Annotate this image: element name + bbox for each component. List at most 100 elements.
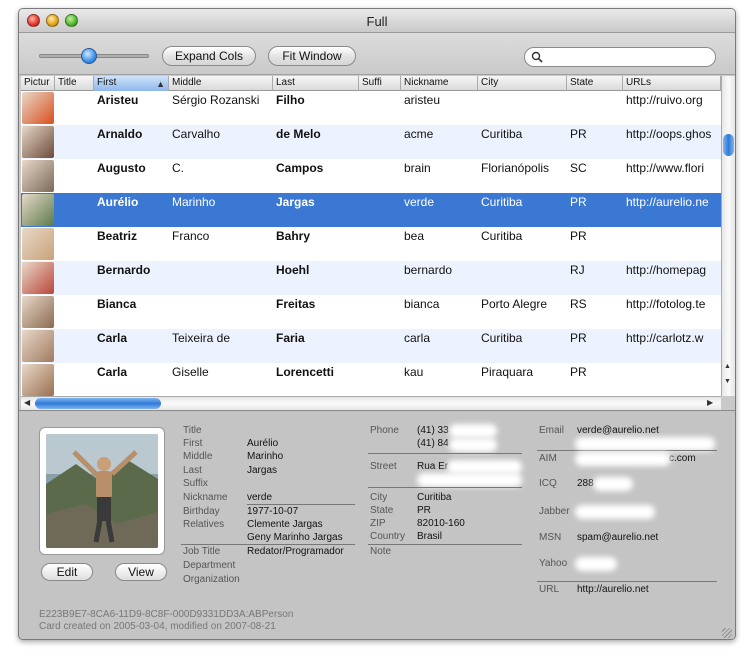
redaction-blur xyxy=(575,437,715,451)
cell-url: http://homepag xyxy=(626,263,707,277)
cell-state: RJ xyxy=(570,263,585,277)
title-label: Title xyxy=(183,425,202,436)
state-label: State xyxy=(370,505,394,516)
view-button[interactable]: View xyxy=(115,563,167,581)
cell-nickname: brain xyxy=(404,161,431,175)
table-row[interactable]: Arnaldo Carvalho de Melo acme Curitiba PR http… xyxy=(21,125,721,159)
table-row[interactable]: Augusto C. Campos brain Florianópolis SC http:… xyxy=(21,159,721,193)
table-row[interactable]: Bernardo Hoehl bernardo RJ http://homepag xyxy=(21,261,721,295)
redaction-blur xyxy=(575,505,655,519)
cell-nickname: kau xyxy=(404,365,424,379)
horizontal-scroll-thumb[interactable] xyxy=(35,398,161,409)
expand-cols-button[interactable]: Expand Cols xyxy=(162,46,256,66)
zoom-slider-knob[interactable] xyxy=(81,48,98,64)
table-row[interactable]: Aristeu Sérgio Rozanski Filho aristeu http:/… xyxy=(21,91,721,125)
aim-label: AIM xyxy=(539,453,557,464)
cell-state: PR xyxy=(570,331,587,345)
street-value: Rua Er xyxy=(417,461,449,472)
url-value[interactable]: http://aurelio.net xyxy=(577,584,649,595)
table-row[interactable]: Aurélio Marinho Jargas verde Curitiba PR http:… xyxy=(21,193,721,227)
nickname-value: verde xyxy=(247,492,273,503)
cell-city xyxy=(478,91,567,125)
column-header[interactable]: URLs xyxy=(623,76,721,91)
cell-city: Florianópolis xyxy=(481,161,550,175)
column-header[interactable]: Middle xyxy=(169,76,273,91)
cell-last: Freitas xyxy=(276,297,316,311)
sort-ascending-icon: ▲ xyxy=(156,79,165,89)
cell-city: Curitiba xyxy=(481,195,523,209)
resize-grip-icon[interactable] xyxy=(722,628,732,638)
yahoo-label: Yahoo xyxy=(539,558,568,569)
note-label: Note xyxy=(370,546,392,557)
cell-nickname: carla xyxy=(404,331,431,345)
column-header[interactable]: State xyxy=(567,76,623,91)
cell-middle: Giselle xyxy=(172,365,209,379)
scroll-down-arrow-icon[interactable]: ▼ xyxy=(724,378,731,385)
cell-first: Bernardo xyxy=(97,263,151,277)
search-field[interactable] xyxy=(524,47,716,67)
card-uid: E223B9E7-8CA6-11D9-8C8F-000D9331DD3A:ABP… xyxy=(39,609,294,620)
relative-value: Clemente Jargas xyxy=(247,519,323,530)
email-value[interactable]: verde@aurelio.net xyxy=(577,425,659,436)
jabber-label: Jabber xyxy=(539,506,570,517)
cell-last: Hoehl xyxy=(276,263,310,277)
cell-last: Jargas xyxy=(276,195,315,209)
contact-card: Edit View Title First Aurélio Middle Mar… xyxy=(19,410,735,639)
cell-url: http://aurelio.ne xyxy=(626,195,709,209)
vertical-scrollbar[interactable]: ▲ ▼ xyxy=(721,76,735,396)
column-header[interactable]: Pictur xyxy=(21,76,55,91)
fit-window-button[interactable]: Fit Window xyxy=(268,46,356,66)
redaction-blur xyxy=(575,452,671,466)
cell-last: Bahry xyxy=(276,229,311,243)
column-header[interactable]: Suffi xyxy=(359,76,401,91)
cell-middle: Carvalho xyxy=(172,127,221,141)
table-row[interactable]: Carla Giselle Lorencetti kau Piraquara PR xyxy=(21,363,721,396)
table-row[interactable]: Bianca Freitas bianca Porto Alegre RS http://… xyxy=(21,295,721,329)
edit-button[interactable]: Edit xyxy=(41,563,93,581)
avatar xyxy=(22,194,54,226)
contact-photo-frame xyxy=(39,427,165,555)
cell-first: Arnaldo xyxy=(97,127,143,141)
msn-label: MSN xyxy=(539,532,562,543)
cell-state: SC xyxy=(570,161,587,175)
last-label: Last xyxy=(183,465,202,476)
suffix-label: Suffix xyxy=(183,478,208,489)
search-icon xyxy=(531,51,543,63)
horizontal-scrollbar[interactable]: ◀ ▶ xyxy=(21,396,721,410)
scroll-left-arrow-icon[interactable]: ◀ xyxy=(24,398,30,407)
vertical-scroll-thumb[interactable] xyxy=(723,134,734,156)
last-value: Jargas xyxy=(247,465,278,476)
cell-last: Campos xyxy=(276,161,324,175)
job-title-label: Job Title xyxy=(183,546,221,557)
avatar xyxy=(22,228,54,260)
cell-first: Augusto xyxy=(97,161,146,175)
cell-middle: Sérgio Rozanski xyxy=(172,93,260,107)
column-header[interactable]: Last xyxy=(273,76,359,91)
contact-photo xyxy=(46,434,158,548)
column-header[interactable]: City xyxy=(478,76,567,91)
redaction-blur xyxy=(575,557,617,571)
contacts-table[interactable]: Pictur Title First ▲ Middle Last Suffi Nickname… xyxy=(21,76,721,396)
table-header: Pictur Title First ▲ Middle Last Suffi Nickname… xyxy=(21,76,721,91)
column-header[interactable]: Nickname xyxy=(401,76,478,91)
cell-city: Curitiba xyxy=(481,229,523,243)
avatar xyxy=(22,364,54,396)
table-row[interactable]: Carla Teixeira de Faria carla Curitiba PR http… xyxy=(21,329,721,363)
cell-state: PR xyxy=(570,365,587,379)
cell-middle: Franco xyxy=(172,229,210,243)
middle-label: Middle xyxy=(183,451,213,462)
divider xyxy=(537,450,717,451)
scroll-right-arrow-icon[interactable]: ▶ xyxy=(707,398,713,407)
table-row[interactable]: Beatriz Franco Bahry bea Curitiba PR xyxy=(21,227,721,261)
cell-first: Aurélio xyxy=(97,195,139,209)
title-bar[interactable]: Full xyxy=(19,9,735,33)
cell-city: Porto Alegre xyxy=(481,297,548,311)
first-label: First xyxy=(183,438,203,449)
scroll-up-arrow-icon[interactable]: ▲ xyxy=(724,363,731,370)
cell-middle: C. xyxy=(172,161,184,175)
cell-nickname: acme xyxy=(404,127,434,141)
city-label: City xyxy=(370,492,388,503)
column-header[interactable]: First ▲ xyxy=(94,76,169,91)
redaction-blur xyxy=(417,473,522,487)
column-header[interactable]: Title xyxy=(55,76,94,91)
